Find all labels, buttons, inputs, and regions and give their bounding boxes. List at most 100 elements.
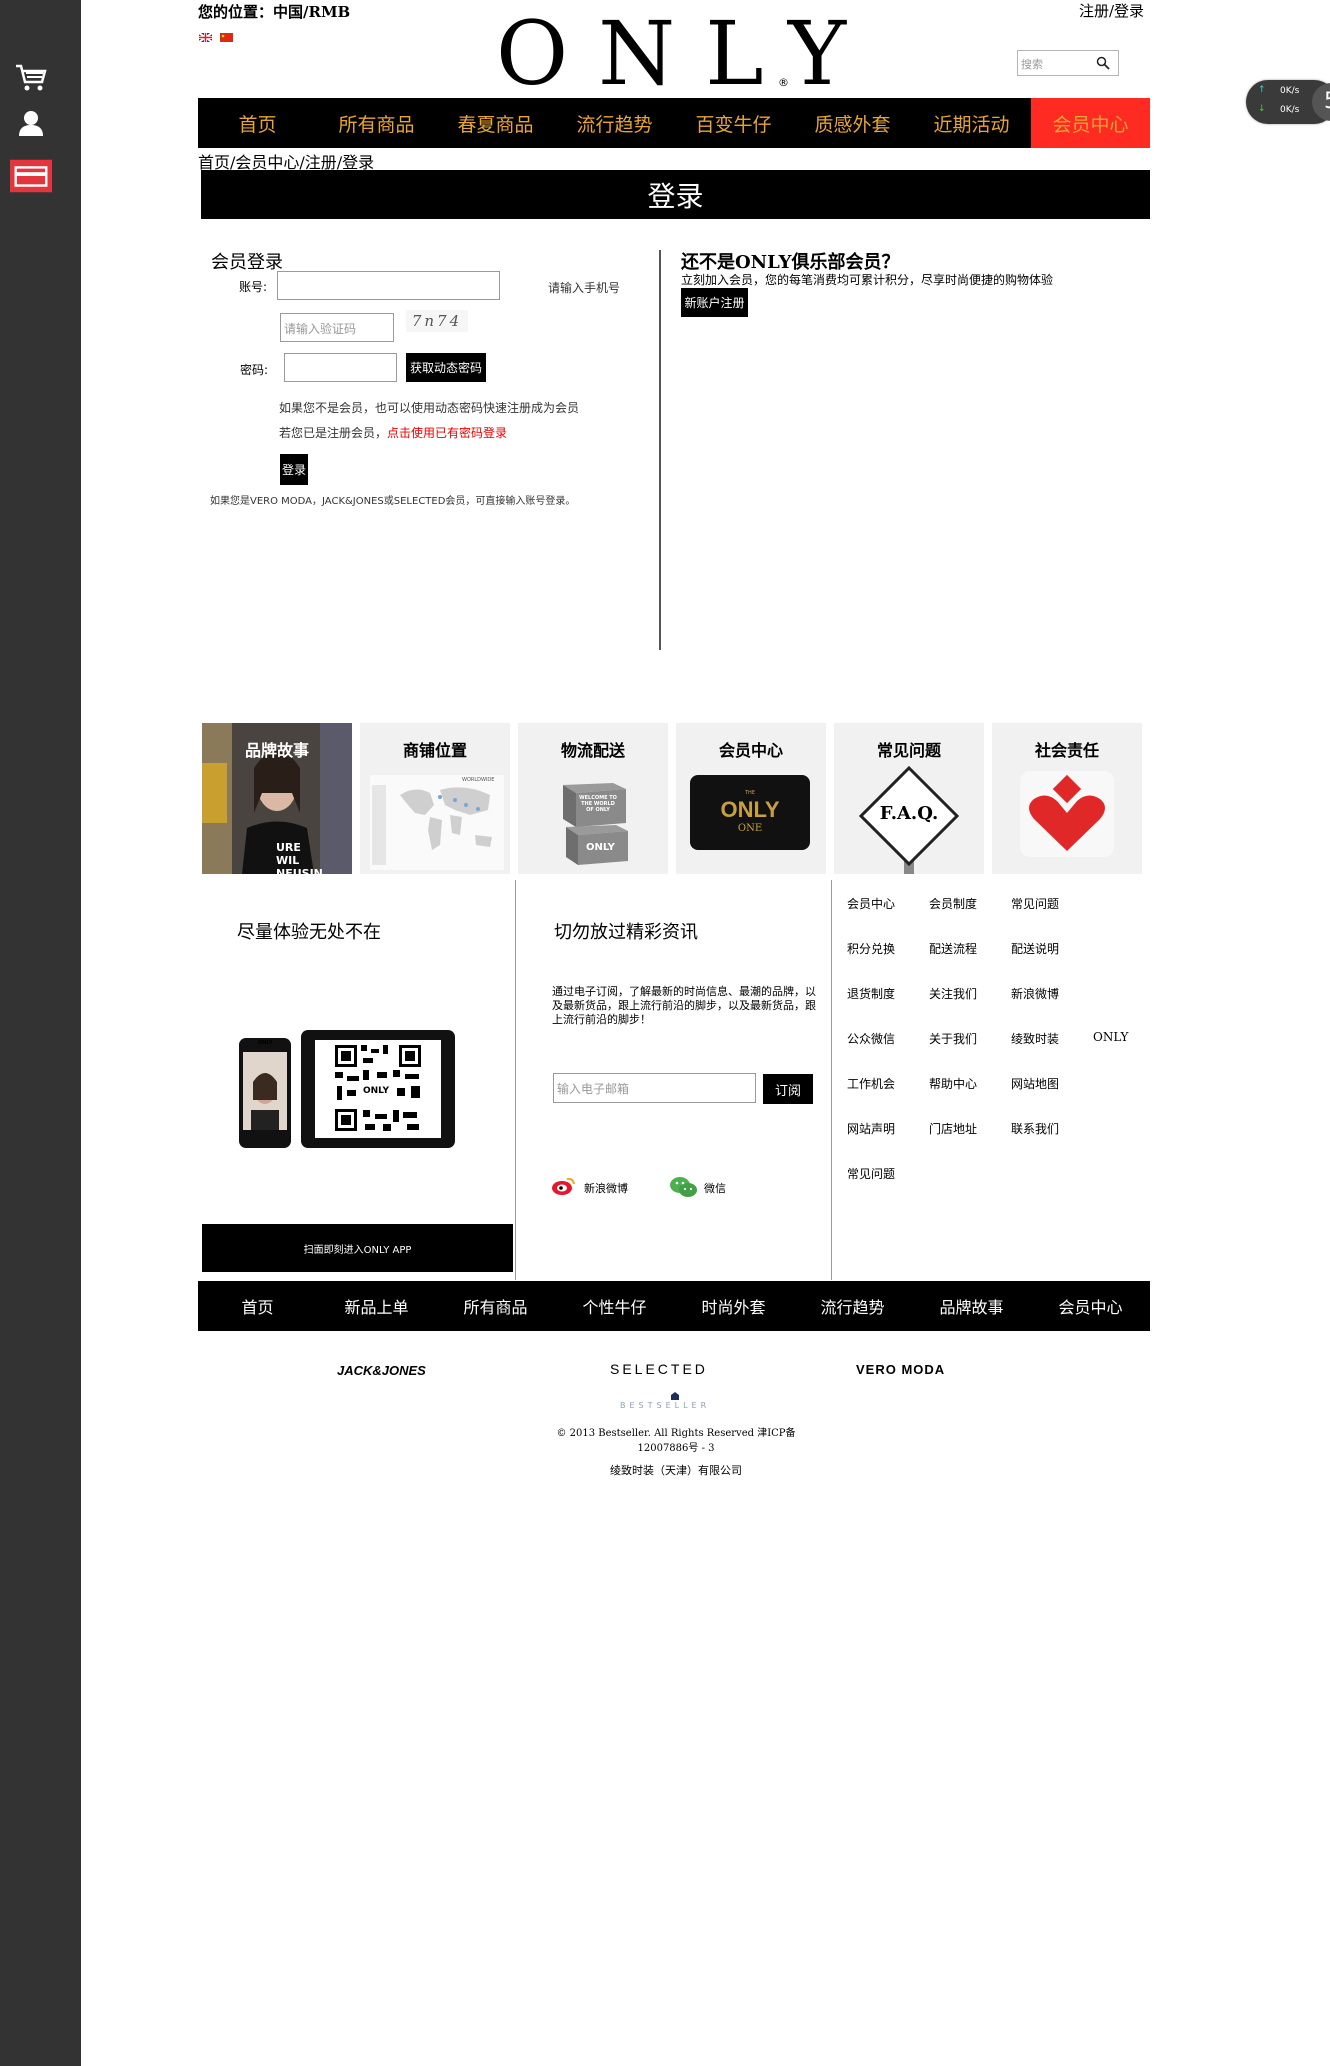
copyright-line-2: 12007886号 - 3 [637, 1443, 715, 1454]
tile-member-center[interactable]: 会员中心 THE ONLY ONE [676, 723, 826, 874]
login-button[interactable]: 登录 [280, 454, 308, 485]
footer-nav-item[interactable]: 首页 [198, 1281, 317, 1331]
weibo-label[interactable]: 新浪微博 [584, 1180, 628, 1196]
footer-link[interactable]: 常见问题 [847, 1165, 895, 1182]
footer-nav-item[interactable]: 品牌故事 [912, 1281, 1031, 1331]
footer-link[interactable]: 联系我们 [1011, 1120, 1059, 1137]
tile-social-responsibility[interactable]: 社会责任 [992, 723, 1142, 874]
user-icon[interactable] [10, 105, 52, 141]
subscribe-button[interactable]: 订阅 [763, 1074, 813, 1104]
speed-badge: 5 [1312, 83, 1330, 121]
password-label: 密码: [240, 363, 269, 377]
footer-link[interactable]: 公众微信 [847, 1030, 895, 1047]
footer-nav-item[interactable]: 时尚外套 [674, 1281, 793, 1331]
tile-title: 常见问题 [876, 741, 941, 760]
use-password-login-link[interactable]: 点击使用已有密码登录 [387, 426, 507, 440]
faq-label: F.A.Q. [879, 803, 939, 824]
password-input[interactable] [284, 353, 397, 382]
footer-nav-item[interactable]: 所有商品 [436, 1281, 555, 1331]
tile-title: 会员中心 [718, 741, 783, 760]
footer-link[interactable]: 配送说明 [1011, 940, 1059, 957]
footer-link[interactable]: ONLY [1093, 1030, 1128, 1044]
company-name: 绫致时装（天津）有限公司 [610, 1464, 742, 1477]
main-nav: 首页 所有商品 春夏商品 流行趋势 百变牛仔 质感外套 近期活动 会员中心 [198, 98, 1150, 148]
left-sidebar [0, 0, 81, 2066]
footer-link[interactable]: 新浪微博 [1011, 985, 1059, 1002]
footer-link[interactable]: 常见问题 [1011, 895, 1059, 912]
captcha-placeholder: 请输入验证码 [284, 322, 357, 336]
jack-jones-logo[interactable]: JACK&JONES [337, 1363, 426, 1378]
email-input[interactable]: 输入电子邮箱 [553, 1073, 756, 1103]
only-logo[interactable]: ONLY [496, 10, 876, 98]
footer-divider-2 [831, 880, 832, 1280]
footer-nav-item[interactable]: 流行趋势 [793, 1281, 912, 1331]
footer-nav-item[interactable]: 个性牛仔 [555, 1281, 674, 1331]
tile-title: 物流配送 [560, 741, 625, 760]
captcha-image[interactable]: 7n74 [406, 310, 468, 332]
tile-title: 社会责任 [1034, 741, 1099, 760]
download-arrow-icon: ↓ [1258, 104, 1266, 114]
nav-outerwear[interactable]: 质感外套 [793, 98, 912, 148]
new-account-button[interactable]: 新账户注册 [681, 288, 748, 317]
app-devices-image [239, 1030, 455, 1148]
footer-link[interactable]: 帮助中心 [929, 1075, 977, 1092]
footer-link[interactable]: 配送流程 [929, 940, 977, 957]
nav-trends[interactable]: 流行趋势 [555, 98, 674, 148]
phone-logo: ONLY [258, 1040, 273, 1046]
account-hint: 请输入手机号 [548, 281, 621, 295]
footer-link[interactable]: 网站地图 [1011, 1075, 1059, 1092]
footer-link[interactable]: 网站声明 [847, 1120, 895, 1137]
wechat-label[interactable]: 微信 [704, 1180, 726, 1196]
card-one: ONE [737, 823, 763, 834]
footer-divider-1 [515, 880, 516, 1280]
bestseller-logo[interactable]: BESTSELLER [620, 1401, 710, 1410]
box-logo: ONLY [586, 842, 615, 853]
footer-nav-item[interactable]: 会员中心 [1031, 1281, 1150, 1331]
get-dynamic-code-button[interactable]: 获取动态密码 [406, 353, 486, 382]
search-icon[interactable] [1096, 56, 1110, 70]
nav-all-products[interactable]: 所有商品 [317, 98, 436, 148]
register-login-link[interactable]: 注册/登录 [1079, 0, 1144, 21]
footer-link[interactable]: 积分兑换 [847, 940, 895, 957]
photo-caption: URE WIL NFUSIN [276, 841, 323, 874]
footer-nav-item[interactable]: 新品上单 [317, 1281, 436, 1331]
vero-moda-logo[interactable]: VERO MODA [856, 1362, 945, 1377]
selected-logo[interactable]: SELECTED [610, 1361, 708, 1377]
nav-denim[interactable]: 百变牛仔 [674, 98, 793, 148]
footer-link[interactable]: 会员中心 [847, 895, 895, 912]
weibo-icon[interactable] [552, 1176, 576, 1196]
tile-title: 品牌故事 [244, 741, 309, 760]
account-label: 账号: [239, 280, 268, 294]
footer-link[interactable]: 工作机会 [847, 1075, 895, 1092]
app-heading: 尽量体验无处不在 [237, 922, 381, 943]
nav-member-center[interactable]: 会员中心 [1031, 98, 1150, 148]
footer-link[interactable]: 关于我们 [929, 1030, 977, 1047]
captcha-input[interactable]: 请输入验证码 [280, 313, 394, 342]
network-speed-widget[interactable]: ↑ 0K/s ↓ 0K/s 5 [1246, 80, 1330, 124]
uk-flag-icon[interactable] [198, 27, 213, 43]
wechat-icon[interactable] [670, 1176, 698, 1198]
tile-logistics[interactable]: 物流配送 WELCOME TO THE WORLD OF ONLY ONLY [518, 723, 668, 874]
footer-link[interactable]: 会员制度 [929, 895, 977, 912]
tile-faq[interactable]: 常见问题 F.A.Q. [834, 723, 984, 874]
login-note-2-prefix: 若您已是注册会员， [279, 426, 388, 440]
footer-link[interactable]: 退货制度 [847, 985, 895, 1002]
cart-icon[interactable] [10, 60, 52, 96]
nav-spring-summer[interactable]: 春夏商品 [436, 98, 555, 148]
login-heading: 会员登录 [211, 252, 283, 273]
account-input[interactable] [277, 271, 500, 300]
page-title: 登录 [201, 170, 1150, 219]
nav-events[interactable]: 近期活动 [912, 98, 1031, 148]
tile-store-location[interactable]: 商铺位置 WORLDWIDE [360, 723, 510, 874]
card-icon[interactable] [10, 158, 52, 194]
nav-home[interactable]: 首页 [198, 98, 317, 148]
footer-link[interactable]: 门店地址 [929, 1120, 977, 1137]
login-note-1: 如果您不是会员，也可以使用动态密码快速注册成为会员 [279, 401, 580, 415]
search-input[interactable]: 搜索 [1017, 50, 1119, 76]
enter-app-button[interactable]: 扫面即刻进入ONLY APP [202, 1224, 513, 1272]
tile-brand-story[interactable]: 品牌故事 URE WIL NFUSIN [202, 723, 352, 874]
footer-link[interactable]: 绫致时装 [1011, 1030, 1059, 1047]
china-flag-icon[interactable] [220, 27, 233, 42]
login-note-3: 如果您是VERO MODA，JACK&JONES或SELECTED会员，可直接输… [210, 496, 576, 507]
footer-link[interactable]: 关注我们 [929, 985, 977, 1002]
